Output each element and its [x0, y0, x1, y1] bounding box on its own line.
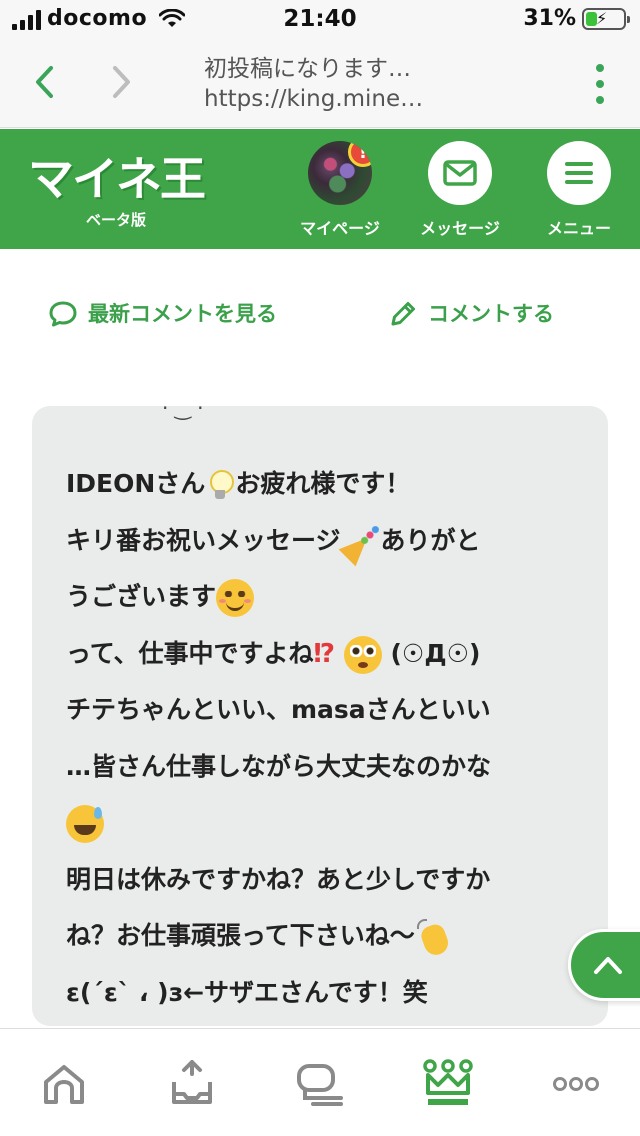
browser-bar: 初投稿になります… https://king.mine…	[0, 40, 640, 128]
chevron-right-icon	[113, 66, 130, 98]
battery-percent: 31%	[523, 6, 576, 31]
pencil-icon	[391, 302, 415, 326]
chevron-up-icon	[594, 957, 622, 974]
chevron-left-icon	[36, 66, 53, 98]
home-icon	[44, 1065, 84, 1104]
write-comment-label: コメントする	[428, 302, 554, 326]
flushed-face-icon	[343, 635, 382, 674]
status-right: 31% ⚡	[523, 6, 630, 31]
back-button[interactable]	[24, 60, 64, 104]
comment-body: IDEONさん お疲れ様です！ キリ番お祝いメッセージ ありがと うございます って…	[66, 456, 586, 1021]
comment-line: ε(´ε` ، )з←サザエさんです！笑	[66, 977, 428, 1007]
crown-icon	[423, 1059, 473, 1105]
url-text: https://king.mine…	[204, 86, 424, 112]
message-icon-circle	[428, 141, 492, 205]
envelope-icon	[443, 160, 477, 186]
sweat-smile-icon	[66, 805, 104, 843]
site-logo[interactable]: マイネ王 ベータ版	[28, 151, 208, 235]
mypage-label: マイページ	[300, 219, 380, 238]
comment-line: チテちゃんといい、masaさんといい	[66, 695, 491, 724]
tab-home[interactable]	[24, 1049, 104, 1119]
comment-line: …皆さん仕事しながら大丈夫なのかな	[66, 751, 492, 781]
bottom-tab-bar	[0, 1028, 640, 1136]
site-header: マイネ王 ベータ版 ! マイページ メッセージ メニュー	[0, 129, 640, 249]
kebab-icon[interactable]	[592, 64, 608, 104]
message-label: メッセージ	[420, 219, 500, 238]
page-title: 初投稿になります…	[204, 56, 411, 82]
menu-label: メニュー	[546, 219, 611, 238]
comment-line: キリ番お祝いメッセージ ありがと	[66, 513, 586, 570]
logo-text: マイネ王	[28, 152, 206, 206]
status-bar: docomo 21:40 31% ⚡	[0, 0, 640, 40]
logo-beta-label: ベータ版	[86, 211, 147, 229]
message-button[interactable]: メッセージ	[412, 141, 508, 239]
comment-card: · ‿ · IDEONさん お疲れ様です！ キリ番お祝いメッセージ ありがと うござ…	[32, 406, 608, 1026]
comment-line: ね？お仕事頑張って下さいね〜	[66, 908, 586, 965]
light-bulb-icon	[209, 470, 235, 500]
comment-line	[66, 795, 586, 852]
hamburger-icon	[565, 162, 593, 184]
tab-timeline[interactable]	[280, 1049, 360, 1119]
comment-actions: 最新コメントを見る コメントする	[0, 249, 640, 389]
waving-hand-icon	[415, 917, 455, 957]
comment-line: って、仕事中ですよね⁉ (☉Д☉)	[66, 626, 586, 683]
forward-button[interactable]	[102, 60, 142, 104]
alert-badge: !	[348, 141, 372, 167]
latest-comments-link[interactable]: 最新コメントを見る	[48, 289, 298, 339]
charging-bolt-icon: ⚡	[596, 8, 608, 28]
party-popper-icon	[341, 522, 381, 562]
scroll-to-top-button[interactable]	[568, 929, 640, 1001]
latest-comments-label: 最新コメントを見る	[88, 302, 277, 326]
write-comment-link[interactable]: コメントする	[388, 289, 554, 339]
tab-more[interactable]	[536, 1049, 616, 1119]
menu-icon-circle	[547, 141, 611, 205]
comment-line: IDEONさん お疲れ様です！	[66, 469, 411, 500]
post-icon	[172, 1060, 212, 1104]
avatar: !	[308, 141, 372, 205]
mypage-button[interactable]: ! マイページ	[292, 141, 388, 239]
menu-button[interactable]: メニュー	[531, 141, 627, 239]
speech-bubble-icon	[49, 301, 77, 327]
address-bar[interactable]: 初投稿になります… https://king.mine…	[204, 54, 544, 114]
tab-post[interactable]	[152, 1049, 232, 1119]
timeline-icon	[297, 1064, 343, 1106]
clipped-text: · ‿ ·	[162, 406, 204, 420]
smiling-face-icon	[216, 579, 255, 617]
comment-line: 明日は休みですかね？あと少しですか	[66, 864, 491, 894]
exclamation-question-icon: ⁉	[313, 638, 336, 669]
battery-icon: ⚡	[582, 7, 630, 30]
tab-crown[interactable]	[408, 1049, 488, 1119]
comment-line: うございます	[66, 569, 586, 626]
more-icon	[553, 1077, 599, 1091]
